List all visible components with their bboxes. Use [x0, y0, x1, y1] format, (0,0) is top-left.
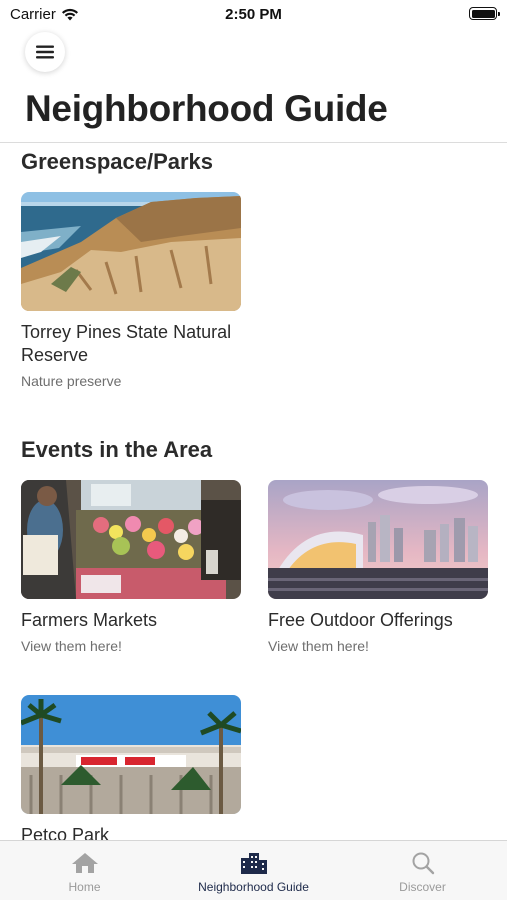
guide-content[interactable]: Greenspace/Parks Torrey Pines State Natu…: [0, 143, 507, 840]
tab-label: Discover: [399, 880, 446, 894]
card-farmers-markets[interactable]: Farmers Markets View them here!: [21, 480, 241, 654]
outdoor-venue-image: [268, 480, 488, 599]
card-petco-park[interactable]: Petco Park: [21, 695, 241, 840]
tab-label: Home: [68, 880, 101, 894]
card-title: Farmers Markets: [21, 610, 158, 630]
card-title: Torrey Pines State Natural Reserve: [21, 322, 232, 365]
card-title: Free Outdoor Offerings: [268, 610, 453, 630]
petco-park-image: [21, 695, 241, 814]
home-icon: [71, 853, 98, 873]
tab-bar: Home Neighborhood Guide Discover: [0, 840, 507, 900]
card-torrey-pines[interactable]: Torrey Pines State Natural Reserve Natur…: [21, 192, 241, 389]
search-icon: [412, 852, 434, 875]
tab-label: Neighborhood Guide: [198, 880, 309, 894]
status-bar: Carrier 2:50 PM: [0, 0, 507, 28]
tab-discover[interactable]: Discover: [338, 841, 507, 900]
card-subtitle: View them here!: [268, 638, 369, 654]
card-subtitle: Nature preserve: [21, 373, 122, 389]
section-title-greenspace: Greenspace/Parks: [21, 149, 214, 174]
hamburger-menu-icon: [36, 45, 54, 59]
tab-home[interactable]: Home: [0, 841, 169, 900]
farmers-market-image: [21, 480, 241, 599]
battery-icon: [469, 7, 500, 20]
card-subtitle: View them here!: [21, 638, 122, 654]
card-title: Petco Park: [21, 825, 110, 840]
card-free-outdoor-offerings[interactable]: Free Outdoor Offerings View them here!: [268, 480, 488, 654]
status-time: 2:50 PM: [225, 6, 282, 23]
menu-button[interactable]: [25, 32, 65, 72]
torrey-pines-image: [21, 192, 241, 311]
buildings-icon: [240, 853, 267, 874]
section-title-events: Events in the Area: [21, 437, 213, 462]
tab-neighborhood-guide[interactable]: Neighborhood Guide: [169, 841, 338, 900]
page-title: Neighborhood Guide: [25, 88, 388, 129]
